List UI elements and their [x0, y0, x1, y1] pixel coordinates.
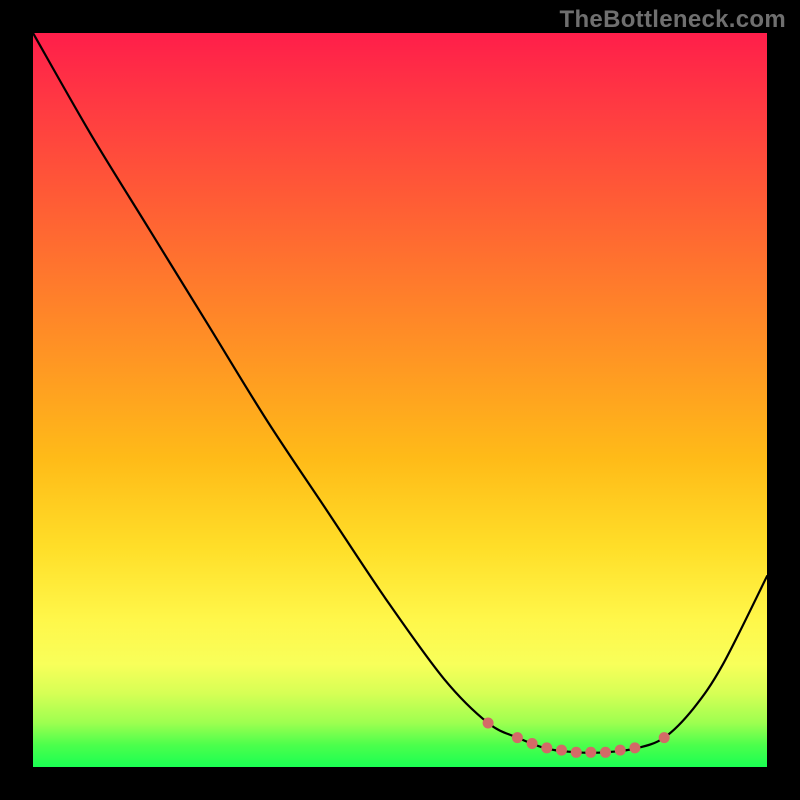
highlighted-point	[615, 745, 626, 756]
highlighted-point	[600, 747, 611, 758]
highlighted-point	[527, 738, 538, 749]
chart-frame: TheBottleneck.com	[0, 0, 800, 800]
plot-area	[33, 33, 767, 767]
bottleneck-curve-svg	[33, 33, 767, 767]
highlighted-point	[512, 732, 523, 743]
highlighted-point	[541, 742, 552, 753]
highlighted-point	[556, 745, 567, 756]
highlighted-point	[483, 718, 494, 729]
highlighted-points	[483, 718, 670, 758]
highlighted-point	[571, 747, 582, 758]
highlighted-point	[629, 742, 640, 753]
watermark-text: TheBottleneck.com	[560, 6, 786, 34]
bottleneck-curve	[33, 33, 767, 753]
highlighted-point	[585, 747, 596, 758]
highlighted-point	[659, 732, 670, 743]
